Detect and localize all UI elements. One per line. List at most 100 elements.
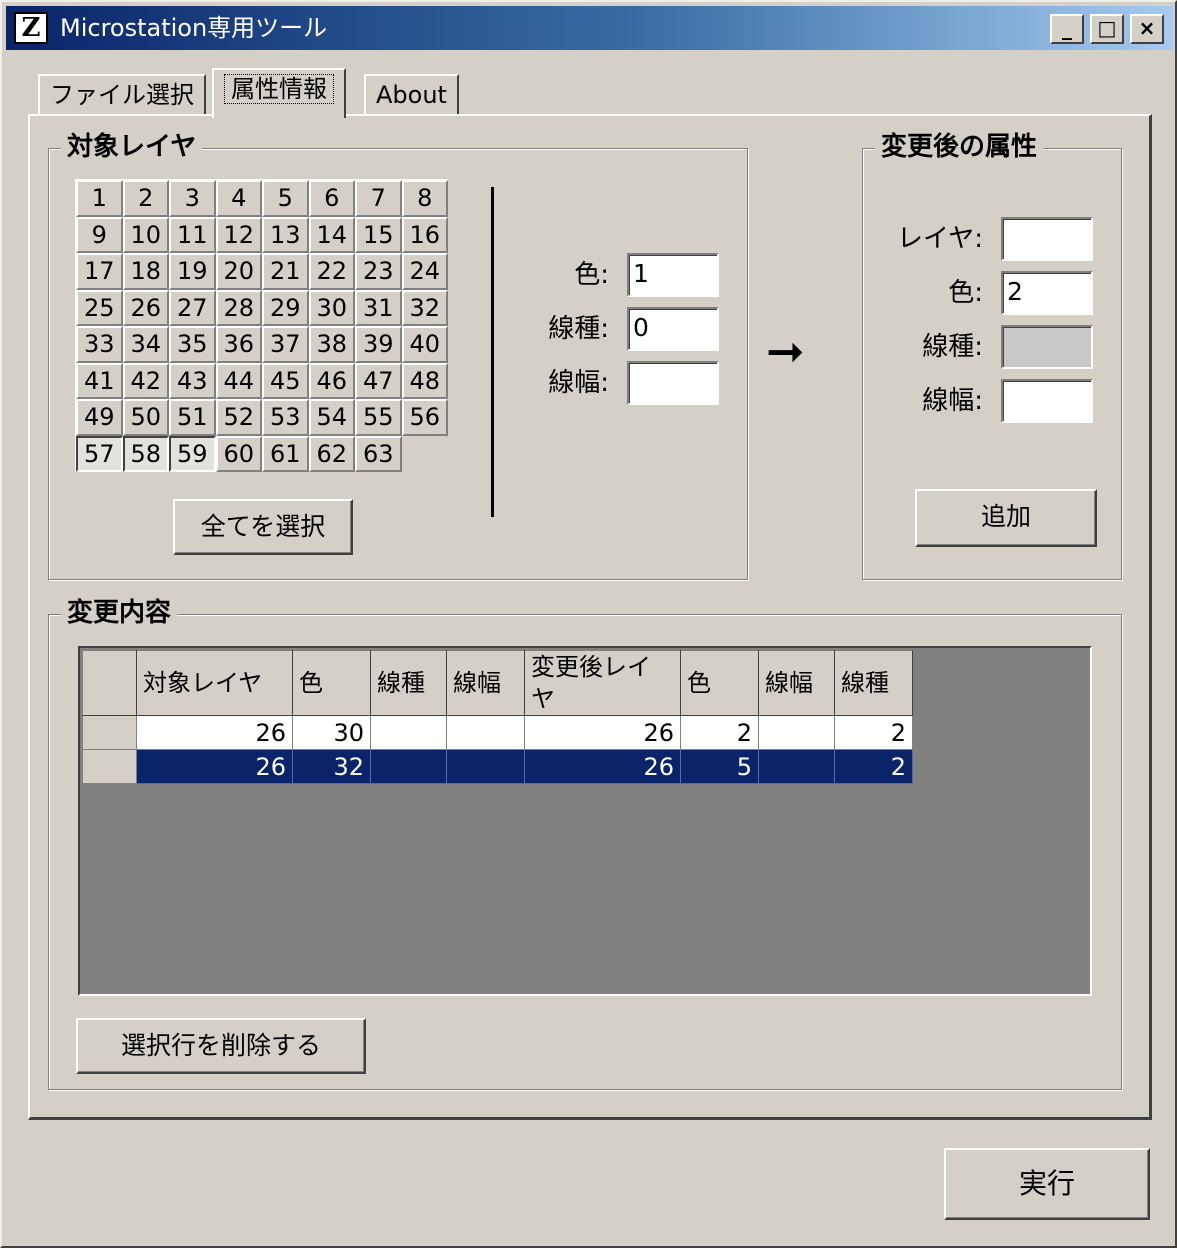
delete-selected-row-button[interactable]: 選択行を削除する	[76, 1018, 366, 1074]
layer-button[interactable]: 63	[355, 435, 402, 472]
tab-attribute-info[interactable]: 属性情報	[212, 68, 346, 118]
cell-new-color[interactable]: 5	[680, 749, 759, 784]
layer-button[interactable]: 62	[308, 435, 355, 472]
changes-grid[interactable]: 対象レイヤ 色 線種 線幅 変更後レイヤ 色 線幅 線種 26 30 26 2 …	[78, 646, 1092, 996]
layer-button[interactable]: 27	[169, 289, 216, 326]
layer-button[interactable]: 22	[308, 253, 355, 290]
layer-button[interactable]: 31	[355, 289, 402, 326]
layer-button[interactable]: 53	[262, 399, 309, 436]
cell-new-color[interactable]: 2	[680, 715, 759, 750]
layer-button[interactable]: 35	[169, 326, 216, 363]
layer-button[interactable]: 7	[355, 180, 402, 217]
column-header[interactable]: 線幅	[758, 650, 835, 716]
layer-button[interactable]: 26	[122, 289, 169, 326]
column-header[interactable]: 変更後レイヤ	[524, 650, 681, 716]
cell-new-linewidth[interactable]	[758, 715, 835, 750]
layer-button[interactable]: 59	[169, 435, 216, 472]
color-field[interactable]: 1	[627, 253, 719, 297]
layer-button[interactable]: 57	[76, 435, 123, 472]
layer-button[interactable]: 37	[262, 326, 309, 363]
new-layer-field[interactable]	[1001, 217, 1093, 261]
tab-file-select[interactable]: ファイル選択	[38, 74, 206, 116]
layer-button[interactable]: 30	[308, 289, 355, 326]
tab-about[interactable]: About	[364, 74, 459, 116]
layer-button[interactable]: 45	[262, 362, 309, 399]
column-header[interactable]: 色	[292, 650, 371, 716]
linewidth-field[interactable]	[627, 361, 719, 405]
select-all-button[interactable]: 全てを選択	[173, 499, 353, 555]
layer-button[interactable]: 21	[262, 253, 309, 290]
layer-button[interactable]: 44	[215, 362, 262, 399]
layer-button[interactable]: 3	[169, 180, 216, 217]
cell-new-linetype[interactable]: 2	[834, 715, 913, 750]
layer-button[interactable]: 49	[76, 399, 123, 436]
layer-button[interactable]: 18	[122, 253, 169, 290]
layer-button[interactable]: 20	[215, 253, 262, 290]
add-button[interactable]: 追加	[915, 489, 1097, 547]
cell-linetype[interactable]	[370, 715, 447, 750]
layer-button[interactable]: 15	[355, 216, 402, 253]
column-header[interactable]: 線幅	[446, 650, 525, 716]
cell-linetype[interactable]	[370, 749, 447, 784]
cell-color[interactable]: 32	[292, 749, 371, 784]
layer-button[interactable]: 12	[215, 216, 262, 253]
layer-button[interactable]: 52	[215, 399, 262, 436]
layer-button[interactable]: 6	[308, 180, 355, 217]
column-header[interactable]: 線種	[834, 650, 913, 716]
layer-button[interactable]: 10	[122, 216, 169, 253]
new-color-field[interactable]: 2	[1001, 271, 1093, 315]
layer-button[interactable]: 32	[401, 289, 448, 326]
layer-button[interactable]: 42	[122, 362, 169, 399]
table-row-selected[interactable]: 26 32 26 5 2	[82, 749, 913, 784]
cell-new-layer[interactable]: 26	[524, 749, 681, 784]
column-header[interactable]: 色	[680, 650, 759, 716]
row-header[interactable]	[82, 749, 137, 784]
maximize-button[interactable]: □	[1090, 14, 1124, 44]
cell-linewidth[interactable]	[446, 715, 525, 750]
layer-button[interactable]: 41	[76, 362, 123, 399]
column-header[interactable]: 対象レイヤ	[136, 650, 293, 716]
layer-button[interactable]: 8	[401, 180, 448, 217]
close-button[interactable]: ×	[1130, 14, 1164, 44]
layer-button[interactable]: 34	[122, 326, 169, 363]
column-header[interactable]: 線種	[370, 650, 447, 716]
layer-button[interactable]: 19	[169, 253, 216, 290]
row-header[interactable]	[82, 715, 137, 750]
cell-new-layer[interactable]: 26	[524, 715, 681, 750]
layer-button[interactable]: 17	[76, 253, 123, 290]
layer-button[interactable]: 29	[262, 289, 309, 326]
layer-button[interactable]: 40	[401, 326, 448, 363]
layer-button[interactable]: 38	[308, 326, 355, 363]
execute-button[interactable]: 実行	[944, 1148, 1150, 1220]
layer-button[interactable]: 14	[308, 216, 355, 253]
cell-target-layer[interactable]: 26	[136, 749, 293, 784]
cell-new-linetype[interactable]: 2	[834, 749, 913, 784]
linetype-field[interactable]: 0	[627, 307, 719, 351]
layer-button[interactable]: 46	[308, 362, 355, 399]
layer-button[interactable]: 56	[401, 399, 448, 436]
minimize-button[interactable]: _	[1050, 14, 1084, 44]
layer-button[interactable]: 55	[355, 399, 402, 436]
layer-button[interactable]: 47	[355, 362, 402, 399]
layer-button[interactable]: 1	[76, 180, 123, 217]
layer-button[interactable]: 16	[401, 216, 448, 253]
cell-new-linewidth[interactable]	[758, 749, 835, 784]
layer-button[interactable]: 51	[169, 399, 216, 436]
layer-button[interactable]: 58	[122, 435, 169, 472]
layer-button[interactable]: 23	[355, 253, 402, 290]
layer-button[interactable]: 24	[401, 253, 448, 290]
cell-target-layer[interactable]: 26	[136, 715, 293, 750]
layer-button[interactable]: 25	[76, 289, 123, 326]
layer-button[interactable]: 5	[262, 180, 309, 217]
new-linewidth-field[interactable]	[1001, 379, 1093, 423]
layer-button[interactable]: 4	[215, 180, 262, 217]
layer-button[interactable]: 48	[401, 362, 448, 399]
table-row[interactable]: 26 30 26 2 2	[82, 715, 913, 750]
layer-button[interactable]: 39	[355, 326, 402, 363]
layer-button[interactable]: 54	[308, 399, 355, 436]
layer-button[interactable]: 36	[215, 326, 262, 363]
layer-button[interactable]: 61	[262, 435, 309, 472]
layer-button[interactable]: 11	[169, 216, 216, 253]
layer-button[interactable]: 28	[215, 289, 262, 326]
title-bar[interactable]: Z Microstation専用ツール _ □ ×	[6, 6, 1173, 50]
